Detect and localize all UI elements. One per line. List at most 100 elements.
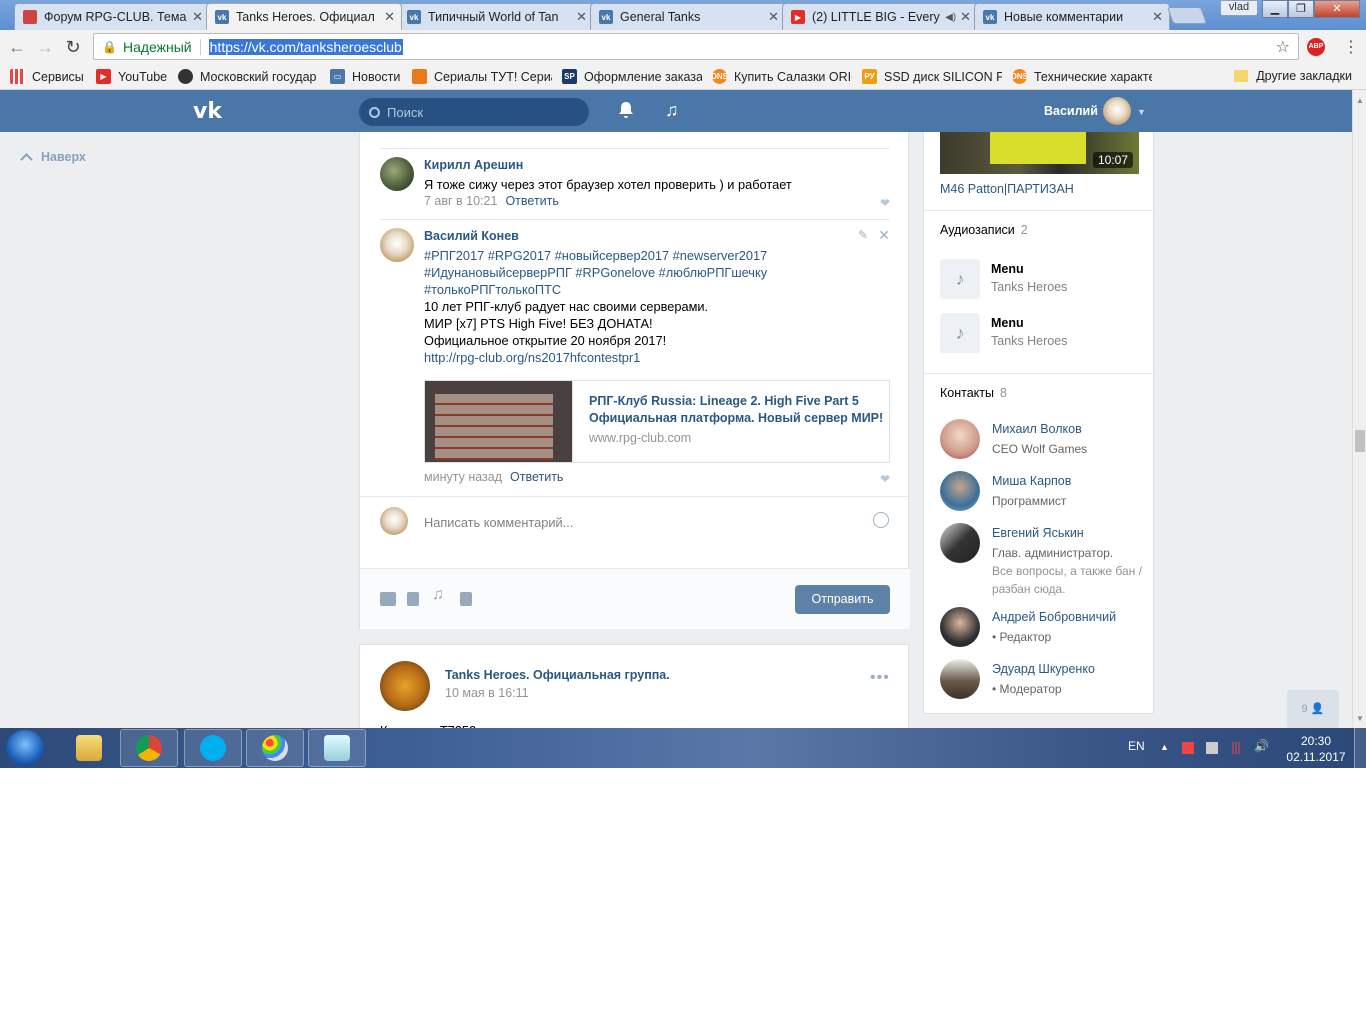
device-icon[interactable] bbox=[1206, 742, 1218, 754]
close-window-button[interactable]: ✕ bbox=[1314, 0, 1360, 18]
bookmark-order[interactable]: SP Оформление заказа bbox=[562, 69, 702, 84]
video-thumbnail[interactable]: 10:07 bbox=[940, 132, 1139, 174]
taskbar-paint[interactable] bbox=[246, 729, 304, 767]
audio-item[interactable]: ♪ Menu Tanks Heroes bbox=[940, 259, 1140, 301]
scroll-down-icon[interactable]: ▼ bbox=[1356, 714, 1364, 723]
start-button[interactable] bbox=[6, 730, 44, 766]
reply-link[interactable]: Ответить bbox=[505, 194, 558, 208]
maximize-button[interactable]: ❐ bbox=[1288, 0, 1314, 18]
music-note-icon[interactable]: ♪ bbox=[940, 259, 980, 299]
bookmark-salazki[interactable]: DNS Купить Салазки ORIC bbox=[712, 69, 852, 84]
camera-icon[interactable] bbox=[380, 592, 396, 606]
contact-name[interactable]: Андрей Бобровничий bbox=[992, 610, 1116, 624]
contacts-header[interactable]: Контакты 8 bbox=[940, 386, 1007, 400]
avatar[interactable] bbox=[940, 419, 980, 459]
video-title[interactable]: M46 Patton|ПАРТИЗАН bbox=[940, 182, 1074, 196]
reply-link[interactable]: Ответить bbox=[510, 470, 563, 484]
other-bookmarks[interactable]: Другие закладки bbox=[1234, 69, 1352, 83]
bell-icon[interactable] bbox=[618, 101, 634, 119]
music-note-icon[interactable]: ♪ bbox=[940, 313, 980, 353]
back-icon[interactable]: ← bbox=[6, 37, 28, 58]
music-icon[interactable]: ♫ bbox=[665, 100, 679, 121]
music-icon[interactable]: ♫ bbox=[432, 586, 446, 603]
bookmark-specs[interactable]: DNS Технические характе bbox=[1012, 69, 1152, 84]
edit-icon[interactable]: ✎ bbox=[858, 228, 868, 242]
taskbar-notepad[interactable] bbox=[308, 729, 366, 767]
language-indicator[interactable]: EN bbox=[1128, 739, 1145, 753]
bookmark-news[interactable]: ▭ Новости bbox=[330, 69, 402, 84]
search-input[interactable]: Поиск bbox=[359, 98, 589, 126]
speaker-icon[interactable]: ◀) bbox=[945, 12, 956, 23]
tab-typical-wot[interactable]: vk Типичный World of Tan ✕ bbox=[398, 3, 594, 30]
flag-icon[interactable] bbox=[1182, 742, 1194, 754]
show-desktop-button[interactable] bbox=[1354, 728, 1366, 768]
bookmark-star-icon[interactable]: ☆ bbox=[1276, 37, 1290, 57]
network-icon[interactable] bbox=[1230, 742, 1242, 754]
scrollbar-thumb[interactable] bbox=[1355, 430, 1365, 452]
comment-time[interactable]: минуту назад bbox=[424, 470, 502, 484]
scrollbar[interactable]: ▲ ▼ bbox=[1352, 90, 1366, 728]
taskbar-explorer[interactable] bbox=[60, 729, 118, 767]
scroll-up-icon[interactable]: ▲ bbox=[1356, 96, 1364, 105]
browser-menu-icon[interactable]: ⋮ bbox=[1343, 37, 1359, 57]
taskbar-skype[interactable] bbox=[184, 729, 242, 767]
video-icon[interactable] bbox=[407, 592, 419, 606]
new-tab-button[interactable] bbox=[1166, 7, 1208, 24]
close-icon[interactable]: ✕ bbox=[384, 9, 395, 25]
vk-logo-icon[interactable]: vk bbox=[193, 99, 227, 124]
audio-item[interactable]: ♪ Menu Tanks Heroes bbox=[940, 313, 1140, 355]
post-author[interactable]: Tanks Heroes. Официальная группа. bbox=[445, 668, 670, 682]
tab-new-comments[interactable]: vk Новые комментарии ✕ bbox=[974, 3, 1170, 30]
link-preview-title[interactable]: РПГ-Клуб Russia: Lineage 2. High Five Pa… bbox=[589, 393, 889, 427]
comment-input[interactable]: Написать комментарий... bbox=[424, 515, 573, 530]
more-icon[interactable]: ••• bbox=[870, 669, 890, 687]
tab-general-tanks[interactable]: vk General Tanks ✕ bbox=[590, 3, 786, 30]
post-date[interactable]: 10 мая в 16:11 bbox=[445, 686, 529, 700]
avatar[interactable] bbox=[940, 607, 980, 647]
bookmark-series[interactable]: Сериалы ТУТ! Сериа bbox=[412, 69, 552, 84]
minimize-button[interactable]: ▁ bbox=[1262, 0, 1288, 18]
bookmark-mgu[interactable]: Московский государ bbox=[178, 69, 320, 84]
chevron-down-icon[interactable]: ▼ bbox=[1137, 107, 1146, 117]
bookmark-youtube[interactable]: ▶ YouTube bbox=[96, 69, 168, 84]
forward-icon[interactable]: → bbox=[34, 37, 56, 58]
scroll-to-top-button[interactable]: Наверх bbox=[20, 150, 86, 166]
tray-expand-icon[interactable]: ▲ bbox=[1160, 742, 1172, 754]
contact-name[interactable]: Евгений Яськин bbox=[992, 526, 1084, 540]
like-icon[interactable]: ❤ bbox=[880, 472, 890, 486]
address-bar[interactable]: 🔒 Надежный https://vk.com/tanksheroesclu… bbox=[93, 33, 1299, 60]
audio-header[interactable]: Аудиозаписи 2 bbox=[940, 223, 1028, 237]
send-button[interactable]: Отправить bbox=[795, 585, 890, 614]
comment-link[interactable]: http://rpg-club.org/ns2017hfcontestpr1 bbox=[424, 349, 864, 366]
user-avatar[interactable] bbox=[1103, 97, 1131, 125]
bookmark-services[interactable]: Сервисы bbox=[10, 69, 86, 84]
contact-name[interactable]: Миша Карпов bbox=[992, 474, 1071, 488]
emoji-icon[interactable] bbox=[873, 512, 889, 528]
user-name[interactable]: Василий bbox=[1044, 104, 1098, 118]
close-icon[interactable]: ✕ bbox=[960, 9, 971, 25]
close-icon[interactable]: ✕ bbox=[878, 227, 890, 244]
tab-rpg-forum[interactable]: Форум RPG-CLUB. Тема ✕ bbox=[14, 3, 210, 30]
profile-badge[interactable]: vlad bbox=[1220, 0, 1258, 16]
taskbar-chrome[interactable] bbox=[120, 729, 178, 767]
close-icon[interactable]: ✕ bbox=[576, 9, 587, 25]
avatar[interactable] bbox=[940, 523, 980, 563]
clock[interactable]: 20:30 02.11.2017 bbox=[1286, 733, 1346, 765]
close-icon[interactable]: ✕ bbox=[1152, 9, 1163, 25]
hashtags[interactable]: #РПГ2017 #RPG2017 #новыйсервер2017 #news… bbox=[424, 247, 864, 298]
avatar[interactable] bbox=[380, 157, 414, 191]
avatar[interactable] bbox=[940, 659, 980, 699]
link-preview-card[interactable]: РПГ-Клуб Russia: Lineage 2. High Five Pa… bbox=[424, 380, 890, 463]
tab-little-big[interactable]: ▶ (2) LITTLE BIG - Every ◀) ✕ bbox=[782, 3, 978, 30]
close-icon[interactable]: ✕ bbox=[768, 9, 779, 25]
close-icon[interactable]: ✕ bbox=[192, 9, 203, 25]
volume-icon[interactable]: 🔊 bbox=[1254, 739, 1269, 753]
members-button[interactable]: 9 👤 bbox=[1287, 690, 1339, 728]
comment-author[interactable]: Кирилл Арешин bbox=[424, 158, 523, 172]
document-icon[interactable] bbox=[460, 592, 472, 606]
reload-icon[interactable]: ↻ bbox=[62, 37, 84, 58]
tab-tanks-heroes[interactable]: vk Tanks Heroes. Официал ✕ bbox=[206, 3, 402, 30]
avatar[interactable] bbox=[380, 228, 414, 262]
group-avatar[interactable] bbox=[380, 661, 430, 711]
adblock-icon[interactable]: ABP bbox=[1307, 38, 1325, 56]
